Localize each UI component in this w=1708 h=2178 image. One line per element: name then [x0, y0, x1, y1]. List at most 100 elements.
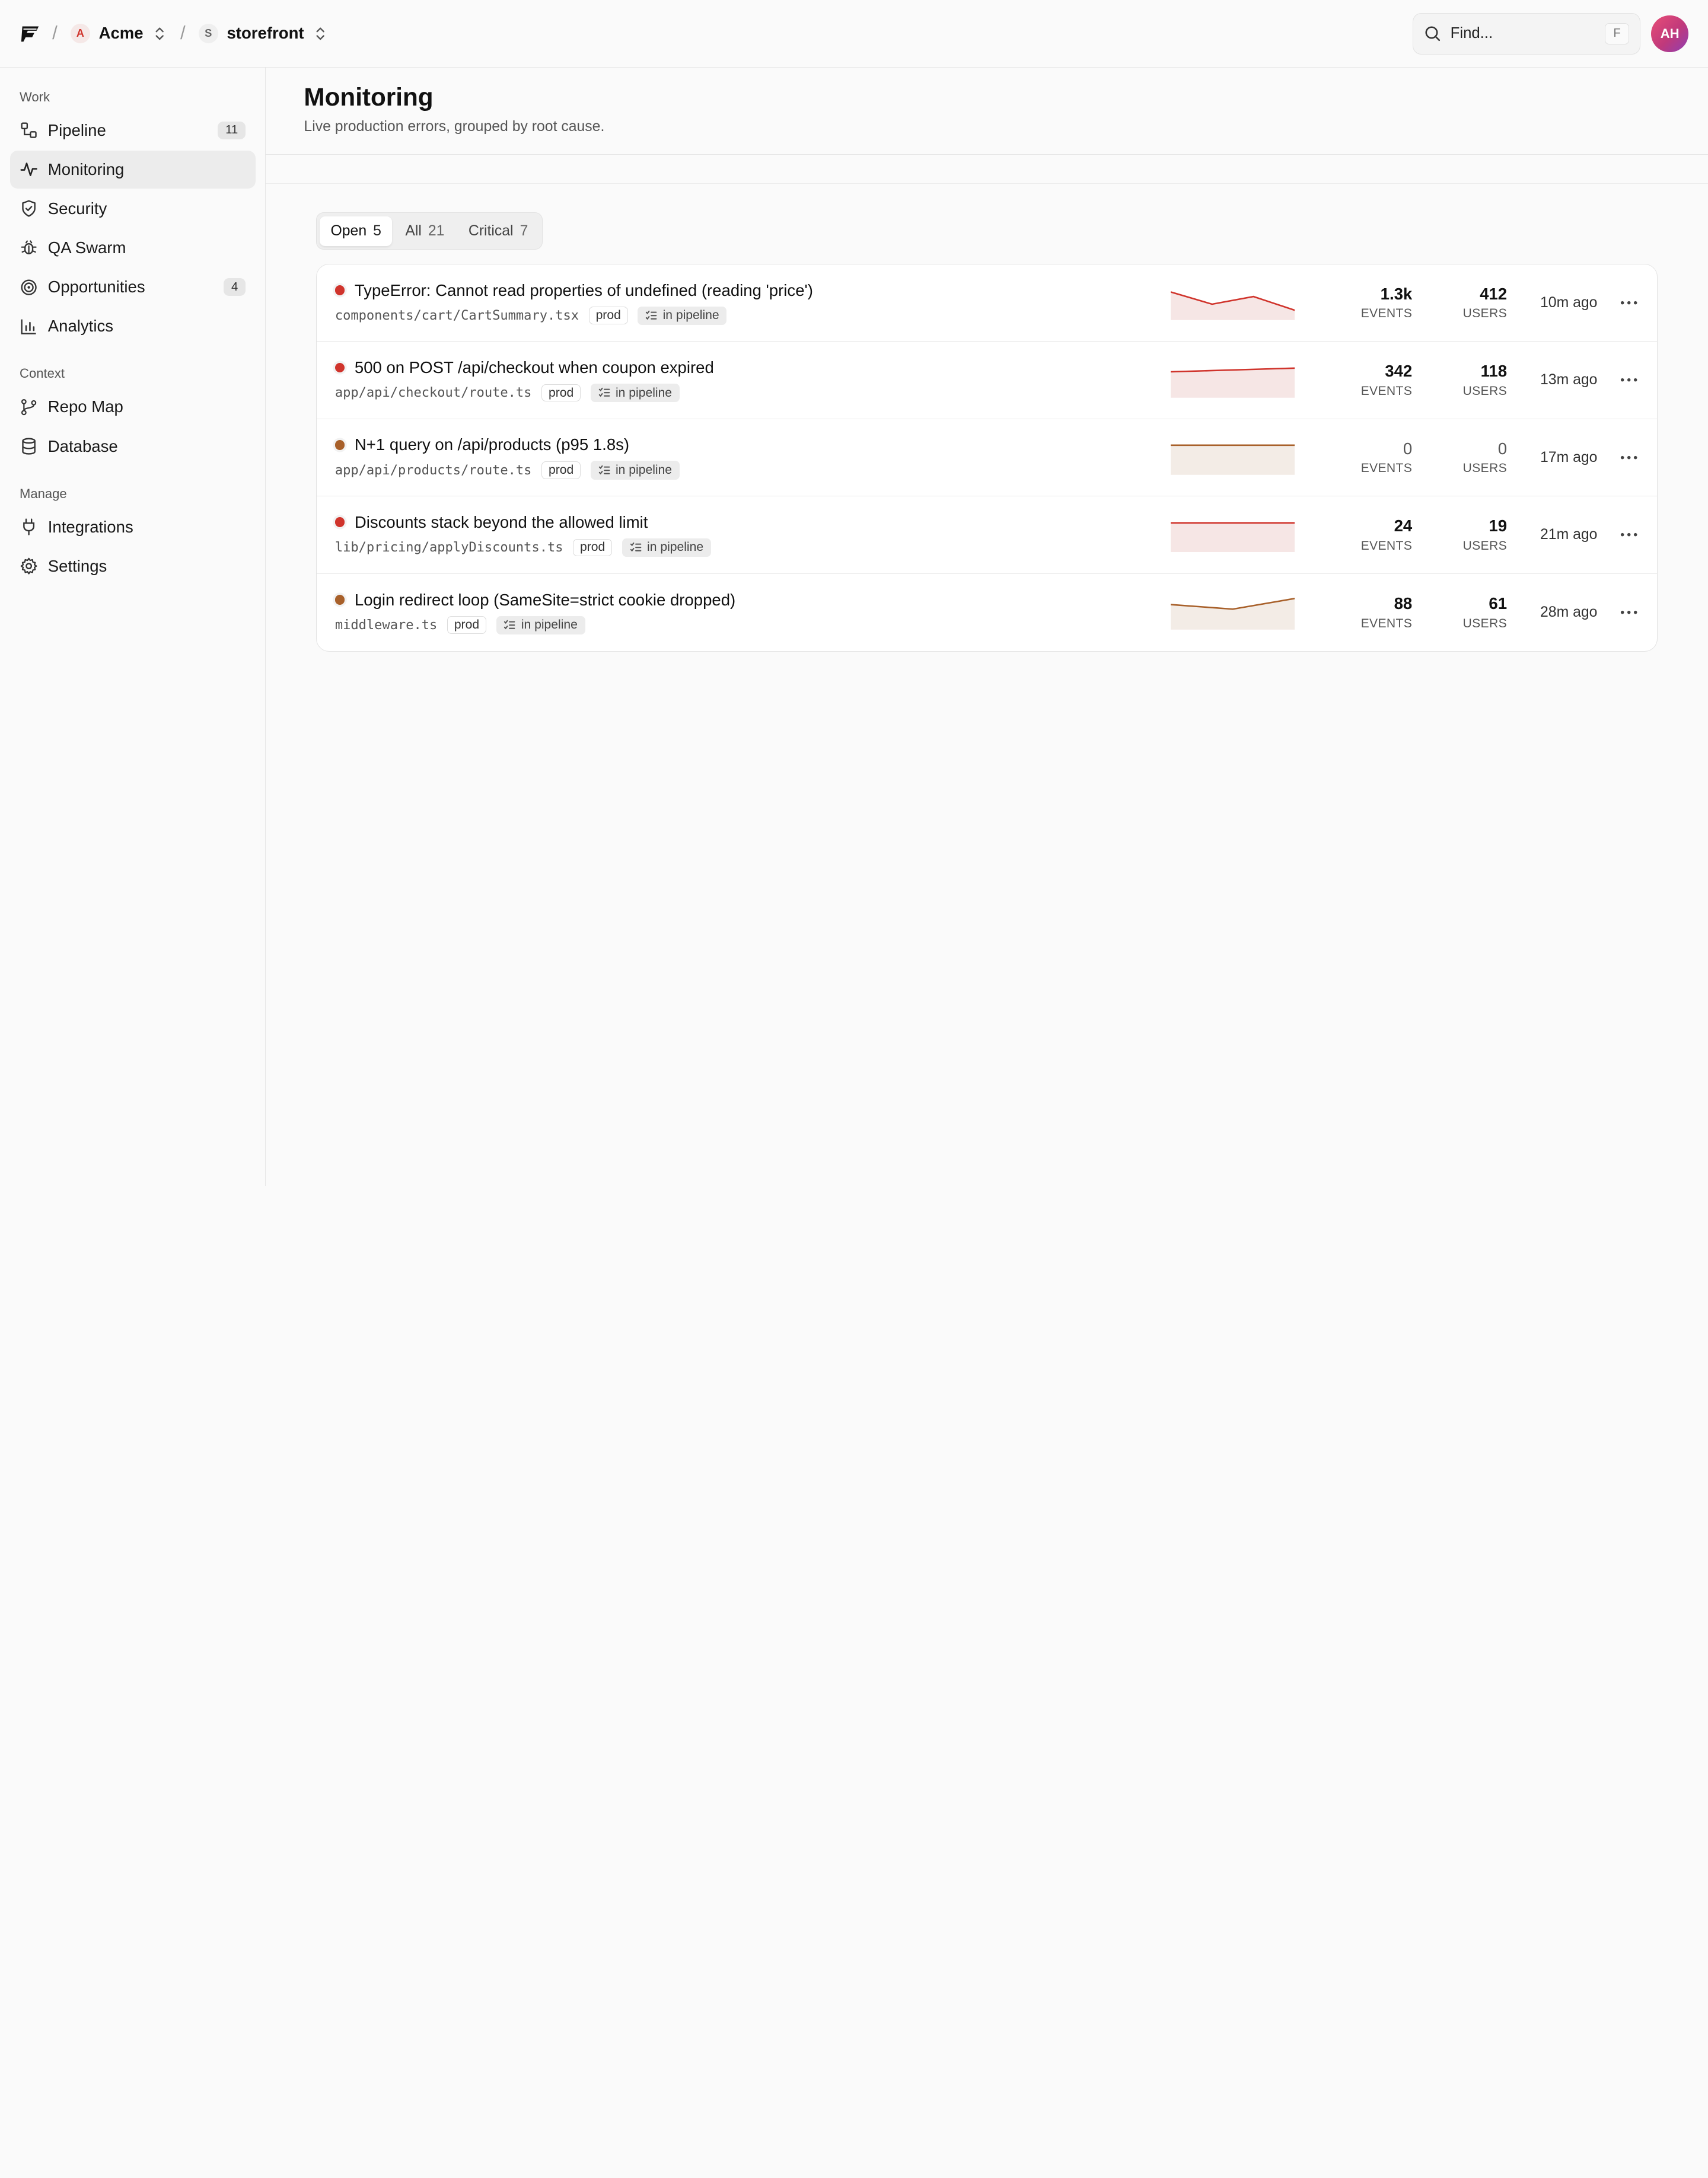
- tab-count: 21: [428, 222, 445, 239]
- events-value: 342: [1385, 362, 1413, 381]
- users-value: 19: [1489, 516, 1508, 535]
- issue-file-path[interactable]: app/api/checkout/route.ts: [335, 385, 532, 400]
- search-placeholder: Find...: [1450, 25, 1493, 42]
- env-tag: prod: [541, 461, 581, 479]
- topbar-right: Find... F AH: [1413, 13, 1688, 55]
- sidebar-item-monitoring[interactable]: Monitoring: [9, 150, 256, 189]
- breadcrumb-separator: /: [180, 23, 186, 44]
- issue-row[interactable]: Login redirect loop (SameSite=strict coo…: [317, 574, 1658, 651]
- sidebar-item-opportunities[interactable]: Opportunities 4: [10, 268, 256, 306]
- pipeline-status-badge[interactable]: in pipeline: [590, 383, 680, 403]
- more-options-icon[interactable]: [1619, 293, 1639, 312]
- sidebar-item-integrations[interactable]: Integrations: [10, 508, 256, 546]
- more-options-icon[interactable]: [1619, 448, 1639, 467]
- trend-sparkline: [1170, 363, 1295, 398]
- sparkline-svg: [1170, 598, 1295, 630]
- users-stat: 0 USERS: [1430, 439, 1507, 476]
- sidebar-item-label: Security: [47, 199, 107, 218]
- tab-count: 5: [373, 222, 381, 239]
- tab-all[interactable]: All 21: [394, 216, 455, 246]
- app-logo-icon[interactable]: [20, 23, 42, 44]
- sparkline-svg: [1170, 444, 1295, 475]
- more-options-icon[interactable]: [1619, 371, 1639, 390]
- list-checks-icon: [630, 543, 642, 552]
- org-name: Acme: [98, 24, 144, 43]
- repo-switcher[interactable]: S storefront: [198, 23, 326, 43]
- more-options-icon[interactable]: [1619, 525, 1639, 544]
- tab-label: Critical: [468, 222, 514, 239]
- sparkline-area: [1170, 368, 1295, 398]
- issue-title-line: Discounts stack beyond the allowed limit: [334, 513, 1171, 532]
- pipeline-status-label: in pipeline: [662, 308, 719, 323]
- events-value: 1.3k: [1380, 284, 1413, 303]
- env-tag: prod: [573, 538, 613, 557]
- events-label: EVENTS: [1360, 384, 1413, 398]
- last-seen-time: 10m ago: [1540, 294, 1598, 311]
- issue-title[interactable]: TypeError: Cannot read properties of und…: [355, 281, 813, 300]
- opportunities-count-badge: 4: [224, 278, 246, 296]
- events-stat: 342 EVENTS: [1336, 362, 1413, 398]
- events-value: 88: [1394, 594, 1413, 613]
- issue-file-path[interactable]: middleware.ts: [335, 618, 437, 633]
- issue-title-line: Login redirect loop (SameSite=strict coo…: [334, 591, 1171, 610]
- pipeline-status-badge[interactable]: in pipeline: [590, 461, 680, 480]
- env-tag: prod: [541, 384, 581, 402]
- sparkline-area: [1170, 292, 1295, 321]
- tab-open[interactable]: Open 5: [320, 216, 393, 246]
- search-input[interactable]: Find... F: [1413, 13, 1641, 55]
- sidebar-item-qa-swarm[interactable]: QA Swarm: [10, 229, 256, 267]
- issue-title-line: 500 on POST /api/checkout when coupon ex…: [334, 358, 1171, 377]
- issue-title[interactable]: Discounts stack beyond the allowed limit: [355, 513, 648, 532]
- issue-file-path[interactable]: components/cart/CartSummary.tsx: [335, 308, 579, 323]
- sparkline-svg: [1170, 522, 1295, 553]
- issue-file-path[interactable]: lib/pricing/applyDiscounts.ts: [335, 540, 563, 555]
- issue-title[interactable]: N+1 query on /api/products (p95 1.8s): [355, 435, 629, 454]
- sidebar-item-analytics[interactable]: Analytics: [10, 307, 256, 345]
- sidebar-item-pipeline[interactable]: Pipeline 11: [10, 111, 256, 149]
- users-value: 412: [1480, 284, 1508, 303]
- issue-row[interactable]: TypeError: Cannot read properties of und…: [316, 264, 1658, 342]
- sidebar-section-work: Work: [20, 89, 50, 104]
- sidebar-item-settings[interactable]: Settings: [10, 547, 256, 585]
- list-checks-icon: [598, 388, 610, 397]
- breadcrumb-separator: /: [52, 23, 58, 44]
- issue-meta: app/api/checkout/route.ts prod in pipeli…: [335, 383, 1171, 403]
- users-label: USERS: [1462, 461, 1508, 476]
- pipeline-status-label: in pipeline: [647, 540, 704, 554]
- sidebar-item-security[interactable]: Security: [10, 190, 256, 228]
- pipeline-status-badge[interactable]: in pipeline: [496, 616, 585, 634]
- issue-row[interactable]: Discounts stack beyond the allowed limit…: [316, 496, 1658, 574]
- pipeline-status-badge[interactable]: in pipeline: [622, 538, 711, 557]
- issue-row[interactable]: 500 on POST /api/checkout when coupon ex…: [316, 342, 1658, 419]
- issue-info: N+1 query on /api/products (p95 1.8s) ap…: [334, 435, 1171, 480]
- events-label: EVENTS: [1360, 461, 1413, 476]
- issue-file-path[interactable]: app/api/products/route.ts: [335, 463, 532, 478]
- org-avatar: A: [70, 23, 90, 43]
- pipeline-status-label: in pipeline: [615, 385, 673, 400]
- sparkline-area: [1170, 522, 1295, 553]
- pipeline-status-badge[interactable]: in pipeline: [638, 306, 727, 325]
- sidebar-item-repo-map[interactable]: Repo Map: [10, 388, 256, 426]
- tab-critical[interactable]: Critical 7: [457, 216, 538, 246]
- users-value: 118: [1480, 362, 1508, 381]
- last-seen-time: 21m ago: [1540, 526, 1598, 543]
- more-options-icon[interactable]: [1619, 602, 1639, 622]
- issue-list: TypeError: Cannot read properties of und…: [316, 264, 1658, 652]
- trend-sparkline: [1170, 285, 1295, 321]
- events-stat: 24 EVENTS: [1336, 516, 1413, 553]
- user-avatar[interactable]: AH: [1651, 15, 1688, 53]
- sparkline-svg: [1170, 367, 1295, 398]
- issue-title[interactable]: Login redirect loop (SameSite=strict coo…: [355, 591, 735, 610]
- severity-dot: [334, 595, 345, 605]
- sidebar-section-manage: Manage: [20, 486, 67, 501]
- issue-row[interactable]: N+1 query on /api/products (p95 1.8s) ap…: [316, 419, 1658, 497]
- sidebar-item-label: Monitoring: [47, 160, 125, 178]
- sidebar-item-database[interactable]: Database: [10, 427, 256, 465]
- bar-chart-icon: [20, 317, 38, 336]
- sidebar-item-label: Analytics: [47, 317, 113, 336]
- issue-title[interactable]: 500 on POST /api/checkout when coupon ex…: [355, 358, 714, 377]
- org-switcher[interactable]: A Acme: [70, 23, 165, 43]
- sidebar: Work Pipeline 11 Monitoring Security QA …: [0, 67, 266, 1187]
- issue-info: TypeError: Cannot read properties of und…: [334, 281, 1171, 325]
- events-label: EVENTS: [1360, 538, 1413, 553]
